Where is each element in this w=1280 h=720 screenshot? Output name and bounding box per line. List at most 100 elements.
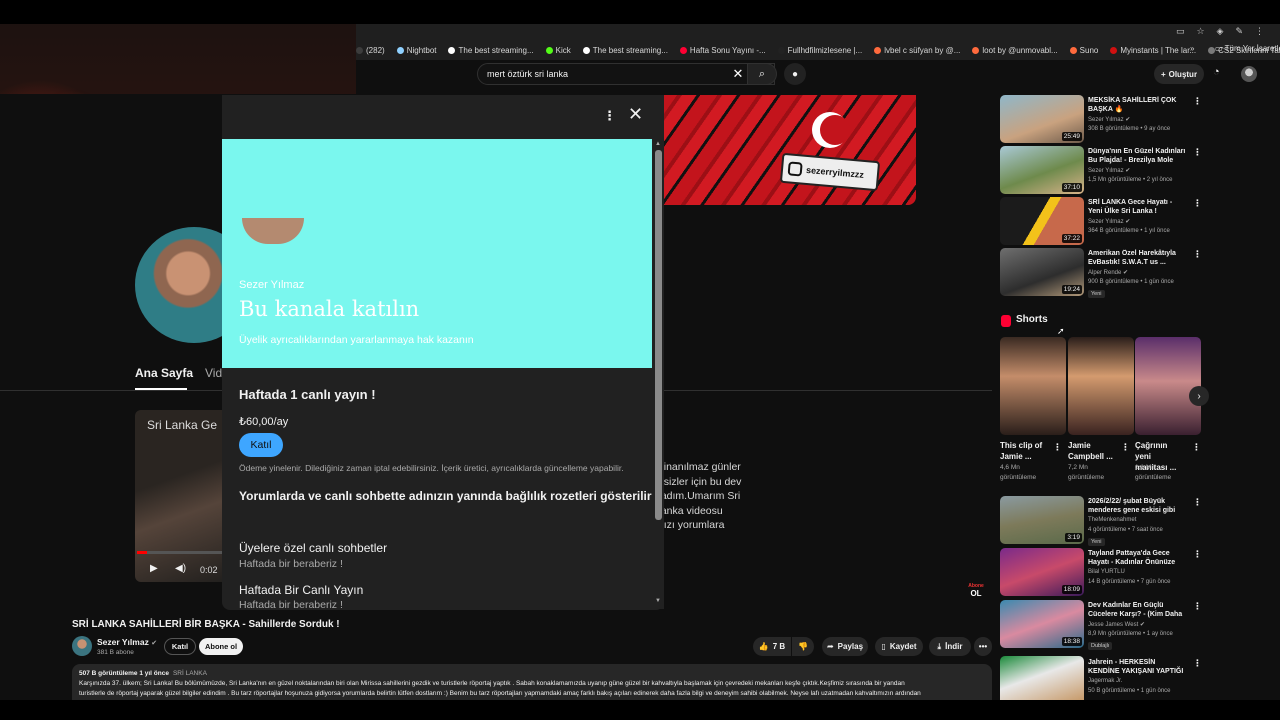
recommendation-thumbnail[interactable]: 18:38 — [1000, 600, 1084, 648]
recommendation-title[interactable]: SRİ LANKA Gece Hayatı - Yeni Ülke Sri La… — [1088, 198, 1186, 216]
create-button[interactable]: + Oluştur — [1154, 64, 1204, 84]
video-description-box[interactable]: 507 B görüntüleme 1 yıl önce SRİ LANKA Ka… — [72, 664, 992, 700]
notifications-bell-icon[interactable]: ◔ — [1213, 66, 1220, 78]
recommendation-title[interactable]: Tayland Pattaya'da Gece Hayatı - Kadınla… — [1088, 549, 1186, 567]
recommendation-title[interactable]: Jahrein - HERKESİN KENDİNE YAKIŞANI YAPT… — [1088, 658, 1186, 676]
bookmark-item[interactable]: Myinstants | The lar... — [1110, 46, 1196, 55]
recommendation-channel[interactable]: Bilal YURTLU — [1088, 569, 1125, 575]
more-icon[interactable]: ⋮ — [1193, 147, 1202, 158]
short-thumbnail[interactable] — [1068, 337, 1134, 435]
search-button[interactable]: ⌕ — [747, 63, 777, 85]
recommendation-title[interactable]: Dünya'nın En Güzel Kadınları Bu Plajda! … — [1088, 147, 1186, 165]
short-thumbnail[interactable] — [1135, 337, 1201, 435]
dialog-more-icon[interactable]: ⋮ — [603, 108, 616, 124]
more-icon[interactable]: ⋮ — [1053, 442, 1062, 453]
recommendation-thumbnail[interactable]: 37:22 — [1000, 197, 1084, 245]
more-icon[interactable]: ⋮ — [1193, 497, 1202, 508]
share-button[interactable]: ➦ Paylaş — [822, 637, 868, 656]
more-icon[interactable]: ⋮ — [1193, 96, 1202, 107]
recommendation-thumbnail[interactable]: 37:10 — [1000, 146, 1084, 194]
play-icon[interactable]: ▶ — [150, 563, 158, 574]
featured-video-player[interactable] — [135, 410, 225, 582]
dialog-header — [356, 95, 664, 139]
recommendation-meta: 14 B görüntüleme • 7 gün önce — [1088, 579, 1171, 585]
recommendation-thumbnail[interactable]: 3:19 — [1000, 496, 1084, 544]
recommendation-meta: 900 B görüntüleme • 1 gün önce — [1088, 279, 1174, 285]
more-icon[interactable]: ⋮ — [1193, 601, 1202, 612]
more-icon[interactable]: ⋮ — [1192, 442, 1201, 453]
tab-home[interactable]: Ana Sayfa — [135, 366, 193, 380]
short-title[interactable]: Jamie Campbell ... — [1068, 440, 1118, 462]
recommendation-thumbnail[interactable]: 18:09 — [1000, 548, 1084, 596]
flag-crescent-icon — [812, 112, 850, 148]
recommendation-channel[interactable]: Jagermak Jr. — [1088, 678, 1122, 684]
star-icon[interactable]: ☆ — [1196, 26, 1204, 37]
more-icon[interactable]: ⋮ — [1193, 658, 1202, 669]
recommendation-title[interactable]: 2026/2/22/ şubat Büyük menderes gene esk… — [1088, 497, 1186, 515]
desc-line: e sizler için bu dev — [655, 475, 742, 488]
recommendation-thumbnail[interactable]: 19:24 — [1000, 248, 1084, 296]
like-button[interactable]: 👍 7 B — [753, 637, 791, 656]
clear-search-icon[interactable]: ✕ — [730, 64, 746, 84]
avatar[interactable] — [1241, 66, 1257, 82]
recommendation-channel[interactable]: Sezer Yılmaz ✔ — [1088, 218, 1130, 225]
recommendation-thumbnail[interactable]: 25:49 — [1000, 95, 1084, 143]
recommendation-meta: 364 B görüntüleme • 1 yıl önce — [1088, 228, 1170, 234]
dialog-title: Bu kanala katılın — [239, 297, 420, 321]
subscribe-button[interactable]: Abone ol — [199, 638, 243, 655]
more-icon[interactable]: ⋮ — [1121, 442, 1130, 453]
short-title[interactable]: This clip of Jamie ... — [1000, 440, 1050, 462]
recommendation-channel[interactable]: Sezer Yılmaz ✔ — [1088, 116, 1130, 123]
recommendation-title[interactable]: MEKSİKA SAHİLLERİ ÇOK BAŞKA 🔥 — [1088, 96, 1186, 114]
dislike-button[interactable]: 👎 — [792, 637, 814, 656]
perk-loyalty-badges: Yorumlarda ve canlı sohbette adınızın ya… — [239, 489, 652, 503]
bookmark-item[interactable]: Suno — [1069, 46, 1098, 55]
volume-icon[interactable]: ◀) — [175, 563, 186, 574]
recommendation-title[interactable]: Amerikan Özel Harekâtıyla EvBastık! S.W.… — [1088, 249, 1186, 267]
tab-videos[interactable]: Vid — [205, 366, 222, 380]
new-badge: Yeni — [1088, 290, 1105, 298]
cast-icon[interactable]: ▭ — [1176, 26, 1185, 37]
featured-progress-track[interactable] — [137, 551, 222, 554]
profile-menu-icon[interactable]: ⋮ — [1255, 26, 1264, 37]
bookmark-item[interactable]: The best streaming... — [448, 46, 534, 55]
extensions-icon[interactable]: ◈ — [1217, 26, 1224, 37]
more-icon[interactable]: ⋮ — [1193, 549, 1202, 560]
hashtag[interactable]: SRİ LANKA — [173, 670, 207, 677]
bookmark-item[interactable]: (282) — [356, 46, 385, 55]
bookmark-favicon-icon — [545, 46, 553, 54]
abone-ol-watermark[interactable]: Abone OL — [966, 582, 986, 600]
download-button[interactable]: ⤓ İndir — [929, 637, 971, 656]
bookmark-item[interactable]: Hafta Sonu Yayını -... — [679, 46, 766, 55]
recommendation-title[interactable]: Dev Kadınlar En Güçlü Cücelere Karşı? - … — [1088, 601, 1186, 619]
dialog-scrollbar-thumb[interactable] — [655, 150, 662, 520]
tier-join-button[interactable]: Katıl — [239, 433, 283, 457]
bookmark-item[interactable]: Kick — [545, 46, 571, 55]
recommendation-channel[interactable]: TheMenkenahmet — [1088, 517, 1136, 523]
recommendation-channel[interactable]: Alper Rende ✔ — [1088, 269, 1128, 276]
scroll-down-icon[interactable]: ▼ — [655, 598, 661, 604]
bookmark-item[interactable]: lvbel c süfyan by @... — [874, 46, 960, 55]
owner-avatar[interactable] — [72, 636, 92, 656]
save-button[interactable]: ▯ Kaydet — [875, 637, 923, 656]
more-icon[interactable]: ⋮ — [1193, 249, 1202, 260]
bookmark-item[interactable]: The best streaming... — [582, 46, 668, 55]
more-actions-button[interactable]: ••• — [974, 637, 992, 656]
voice-search-button[interactable]: ● — [784, 63, 806, 85]
bookmark-item[interactable]: loot by @unmovabl... — [972, 46, 1058, 55]
shorts-next-button[interactable]: › — [1189, 386, 1209, 406]
edit-icon[interactable]: ✎ — [1235, 26, 1243, 37]
owner-name[interactable]: Sezer Yılmaz ✔ — [97, 637, 157, 647]
scroll-up-icon[interactable]: ▲ — [655, 141, 661, 147]
recommendation-channel[interactable]: Sezer Yılmaz ✔ — [1088, 167, 1130, 174]
bookmark-item[interactable]: Nightbot — [396, 46, 436, 55]
join-button[interactable]: Katıl — [164, 638, 196, 655]
more-icon[interactable]: ⋮ — [1193, 198, 1202, 209]
folder-icon: ▭ — [1215, 44, 1225, 53]
recommendation-thumbnail[interactable] — [1000, 656, 1084, 700]
recommendation-channel[interactable]: Jesse James West ✔ — [1088, 621, 1145, 628]
close-icon[interactable]: ✕ — [628, 103, 643, 125]
bookmark-item[interactable]: Fullhdfilmizlesene |... — [777, 46, 862, 55]
all-bookmarks-link[interactable]: ▭ Tüm Yer İşaretleri — [1215, 44, 1280, 53]
short-thumbnail[interactable] — [1000, 337, 1066, 435]
